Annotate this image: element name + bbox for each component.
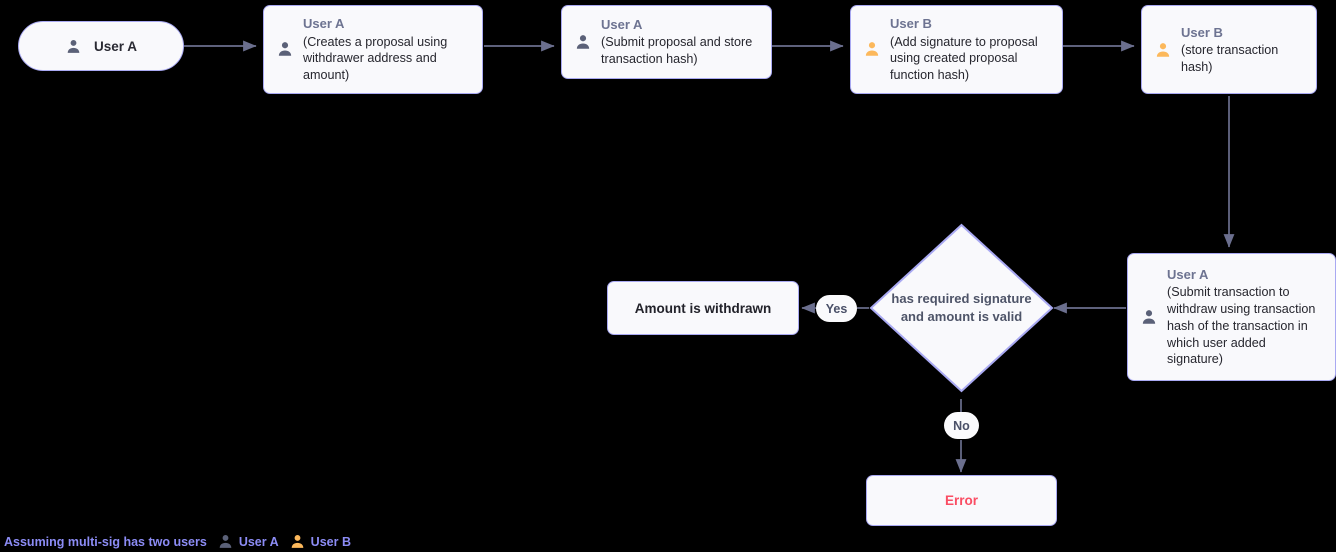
node-submit-withdraw-desc: (Submit transaction to withdraw using tr… <box>1167 285 1316 367</box>
node-start-label: User A <box>93 38 138 54</box>
flowchart-canvas: User A User A (Creates a proposal using … <box>0 0 1336 552</box>
node-error[interactable]: Error <box>866 475 1057 526</box>
node-decision[interactable]: has required signature and amount is val… <box>869 223 1054 393</box>
node-add-signature[interactable]: User B (Add signature to proposal using … <box>850 5 1063 94</box>
legend-note: Assuming multi-sig has two users <box>4 534 207 549</box>
user-a-person-icon <box>1142 310 1156 324</box>
edge-label-yes-text: Yes <box>825 301 848 316</box>
node-amount-withdrawn[interactable]: Amount is withdrawn <box>607 281 799 335</box>
node-submit-proposal-title: User A <box>601 17 643 33</box>
user-b-person-icon <box>865 42 879 57</box>
legend: Assuming multi-sig has two users User A … <box>4 533 351 550</box>
edge-label-no-text: No <box>953 418 970 433</box>
node-create-proposal[interactable]: User A (Creates a proposal using withdra… <box>263 5 483 94</box>
user-a-person-icon <box>67 39 80 53</box>
edge-label-yes: Yes <box>816 295 857 322</box>
node-create-proposal-desc: (Creates a proposal using withdrawer add… <box>303 34 448 82</box>
node-start-user-a[interactable]: User A <box>18 21 184 71</box>
node-submit-withdraw-title: User A <box>1167 267 1209 283</box>
legend-item-user-b: User B <box>289 533 351 550</box>
node-create-proposal-title: User A <box>303 16 345 32</box>
node-store-transaction-hash-desc: (store transaction hash) <box>1181 42 1279 74</box>
legend-item-user-a: User A <box>217 533 279 550</box>
user-a-person-icon <box>576 35 590 49</box>
diamond-shape <box>869 223 1054 393</box>
node-store-transaction-hash-title: User B <box>1181 24 1223 40</box>
edge-label-no: No <box>944 412 979 439</box>
legend-item-user-a-label: User A <box>238 534 279 549</box>
node-store-transaction-hash[interactable]: User B (store transaction hash) <box>1141 5 1317 94</box>
node-submit-withdraw[interactable]: User A (Submit transaction to withdraw u… <box>1127 253 1336 381</box>
user-a-person-icon <box>219 535 232 548</box>
user-a-person-icon <box>278 42 292 57</box>
legend-item-user-b-label: User B <box>310 534 351 549</box>
node-amount-withdrawn-label: Amount is withdrawn <box>634 300 772 316</box>
node-add-signature-desc: (Add signature to proposal using created… <box>890 34 1038 82</box>
node-add-signature-title: User B <box>890 16 932 32</box>
node-submit-proposal[interactable]: User A (Submit proposal and store transa… <box>561 5 772 79</box>
user-b-person-icon <box>291 535 303 548</box>
node-submit-proposal-desc: (Submit proposal and store transaction h… <box>601 35 753 67</box>
user-b-person-icon <box>1156 42 1170 57</box>
node-error-label: Error <box>944 493 978 508</box>
